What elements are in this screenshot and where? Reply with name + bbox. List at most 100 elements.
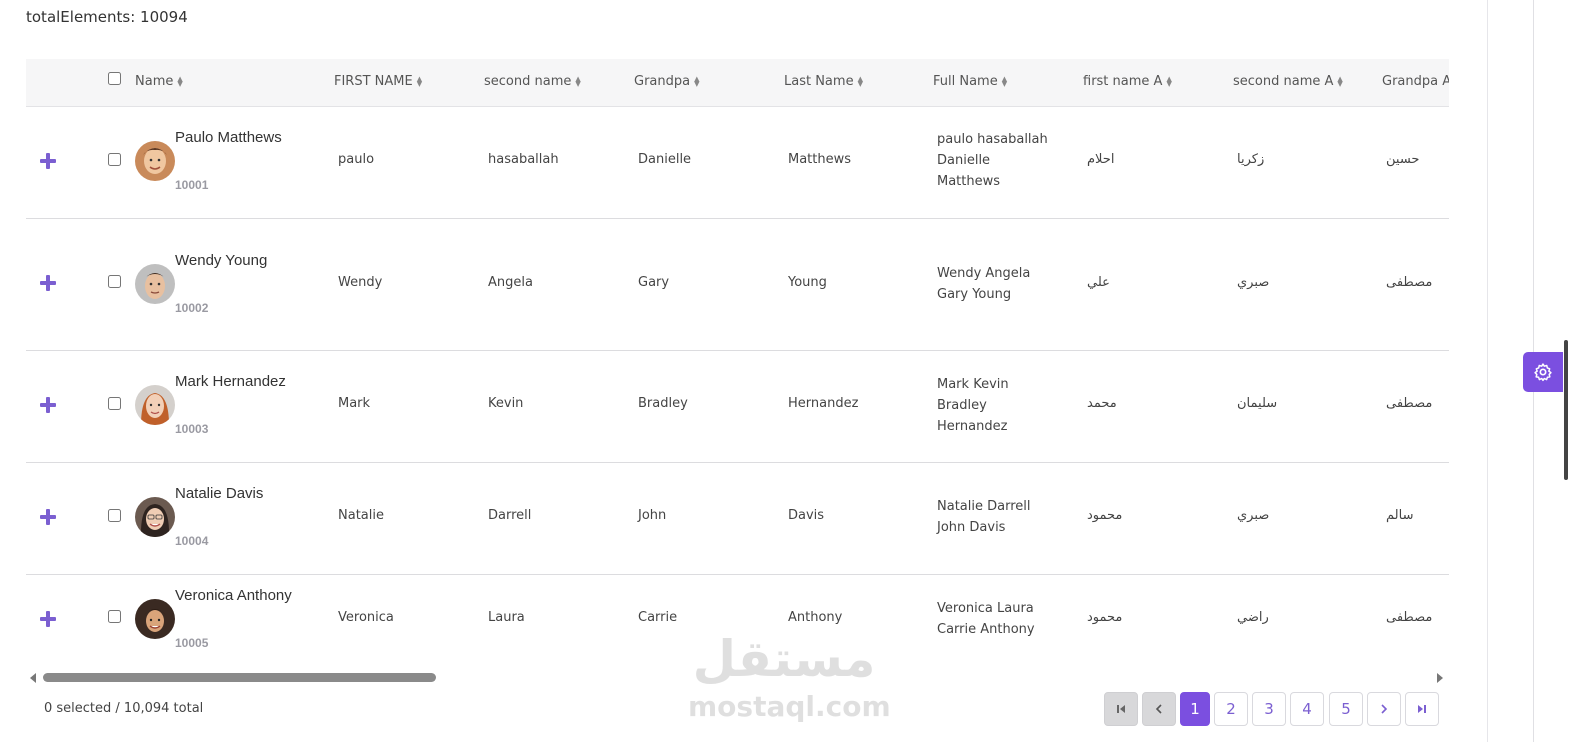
sort-icon: ▲ ▼ — [416, 74, 423, 88]
cell-first-name: Wendy — [338, 275, 383, 290]
sort-icon: ▲ ▼ — [575, 74, 581, 88]
cell-first-name-a: علي — [1087, 275, 1110, 290]
column-header-grandpa-a[interactable]: Grandpa A — [1382, 74, 1449, 89]
column-header-first-name[interactable]: FIRST NAME ▲ ▼ — [334, 74, 422, 89]
scroll-right-arrow-icon[interactable] — [1437, 673, 1443, 683]
scroll-left-arrow-icon[interactable] — [30, 673, 36, 683]
next-page-button[interactable] — [1367, 692, 1401, 726]
last-page-icon — [1418, 705, 1426, 713]
cell-full-name: Mark Kevin Bradley Hernandez — [937, 377, 1009, 434]
row-checkbox[interactable] — [108, 509, 121, 522]
cell-second-name-a: زكريا — [1237, 152, 1265, 167]
user-id: 10004 — [175, 534, 209, 548]
data-grid: Name ▲ ▼ FIRST NAME ▲ ▼ second name ▲ ▼ Grandp… — [26, 59, 1449, 664]
sort-icon: ▲ ▼ — [1001, 74, 1008, 88]
cell-grandpa-a: مصطفى — [1386, 610, 1433, 625]
cell-second-name: Angela — [488, 275, 533, 290]
chevron-right-icon — [1381, 704, 1388, 714]
vertical-scrollbar-thumb[interactable] — [1564, 340, 1568, 480]
avatar — [135, 599, 175, 639]
column-header-full-name[interactable]: Full Name ▲ ▼ — [933, 74, 1007, 89]
cell-grandpa: Danielle — [638, 152, 692, 167]
column-header-last-name[interactable]: Last Name ▲ ▼ — [784, 74, 863, 89]
table-row: Mark Hernandez 10003 Mark Kevin Bradley … — [26, 351, 1449, 463]
avatar — [135, 385, 175, 425]
column-header-first-name-a[interactable]: first name A ▲ ▼ — [1083, 74, 1172, 89]
user-name: Veronica Anthony — [175, 587, 292, 604]
cell-grandpa-a: سالم — [1386, 508, 1414, 523]
page-button-2[interactable]: 2 — [1214, 692, 1248, 726]
cell-second-name: Laura — [488, 610, 525, 625]
cell-second-name: Kevin — [488, 396, 524, 411]
page-button-5[interactable]: 5 — [1329, 692, 1363, 726]
cell-grandpa-a: حسين — [1386, 152, 1420, 167]
cell-full-name: Veronica Laura Carrie Anthony — [937, 601, 1035, 637]
user-id: 10003 — [175, 422, 209, 436]
row-checkbox[interactable] — [108, 275, 121, 288]
column-header-second-name[interactable]: second name ▲ ▼ — [484, 74, 581, 89]
user-name: Natalie Davis — [175, 485, 264, 502]
cell-second-name-a: صبري — [1237, 275, 1270, 290]
plus-icon[interactable] — [40, 509, 56, 525]
last-page-button[interactable] — [1405, 692, 1439, 726]
cell-first-name: Mark — [338, 396, 371, 411]
cell-grandpa-a: مصطفى — [1386, 396, 1433, 411]
cell-last-name: Davis — [788, 508, 825, 523]
column-header-second-name-a[interactable]: second name A ▲ ▼ — [1233, 74, 1343, 89]
user-name: Mark Hernandez — [175, 373, 286, 390]
selection-summary: 0 selected / 10,094 total — [44, 701, 204, 716]
cell-last-name: Young — [788, 275, 827, 290]
plus-icon[interactable] — [40, 275, 56, 291]
page-button-4[interactable]: 4 — [1290, 692, 1324, 726]
user-name: Wendy Young — [175, 252, 268, 269]
watermark: مستقل mostaql.com — [688, 630, 891, 725]
table-row: Paulo Matthews 10001 paulo hasaballah Da… — [26, 107, 1449, 219]
sort-icon: ▲ ▼ — [1337, 74, 1343, 88]
cell-last-name: Matthews — [788, 152, 852, 167]
user-id: 10002 — [175, 301, 209, 315]
plus-icon[interactable] — [40, 153, 56, 169]
user-id: 10005 — [175, 636, 209, 650]
cell-last-name: Anthony — [788, 610, 843, 625]
sort-icon: ▲ ▼ — [857, 74, 863, 88]
cell-first-name-a: محمود — [1087, 508, 1123, 523]
cell-first-name-a: احلام — [1087, 152, 1115, 167]
row-checkbox[interactable] — [108, 610, 121, 623]
select-all-checkbox[interactable] — [108, 72, 121, 85]
cell-full-name: Wendy Angela Gary Young — [937, 266, 1031, 302]
cell-first-name: Natalie — [338, 508, 384, 523]
user-id: 10001 — [175, 178, 209, 192]
avatar — [135, 497, 175, 537]
first-page-icon — [1117, 705, 1125, 713]
prev-page-button[interactable] — [1142, 692, 1176, 726]
column-header-name[interactable]: Name ▲ ▼ — [135, 74, 183, 89]
total-elements: totalElements: 10094 — [26, 8, 188, 26]
cell-first-name-a: محمود — [1087, 610, 1123, 625]
sort-icon: ▲ ▼ — [177, 74, 183, 88]
page-button-3[interactable]: 3 — [1252, 692, 1286, 726]
cell-grandpa: Gary — [638, 275, 670, 290]
scrollbar-thumb[interactable] — [43, 673, 436, 682]
column-header-grandpa[interactable]: Grandpa ▲ ▼ — [634, 74, 700, 89]
cell-first-name: Veronica — [338, 610, 394, 625]
plus-icon[interactable] — [40, 611, 56, 627]
page-button-1[interactable]: 1 — [1180, 692, 1210, 726]
cell-second-name-a: سليمان — [1237, 396, 1278, 411]
grid-header: Name ▲ ▼ FIRST NAME ▲ ▼ second name ▲ ▼ Grandp… — [26, 59, 1449, 107]
row-checkbox[interactable] — [108, 397, 121, 410]
cell-grandpa: Bradley — [638, 396, 688, 411]
avatar — [135, 141, 175, 181]
avatar — [135, 264, 175, 304]
settings-button[interactable] — [1523, 352, 1563, 392]
cell-second-name-a: راضي — [1237, 610, 1269, 625]
cell-second-name: hasaballah — [488, 152, 559, 167]
cell-first-name: paulo — [338, 152, 375, 167]
first-page-button[interactable] — [1104, 692, 1138, 726]
plus-icon[interactable] — [40, 397, 56, 413]
row-checkbox[interactable] — [108, 153, 121, 166]
cell-grandpa-a: مصطفى — [1386, 275, 1433, 290]
cell-grandpa: Carrie — [638, 610, 678, 625]
sort-icon: ▲ ▼ — [694, 74, 700, 88]
chevron-left-icon — [1155, 704, 1162, 714]
user-name: Paulo Matthews — [175, 129, 282, 146]
